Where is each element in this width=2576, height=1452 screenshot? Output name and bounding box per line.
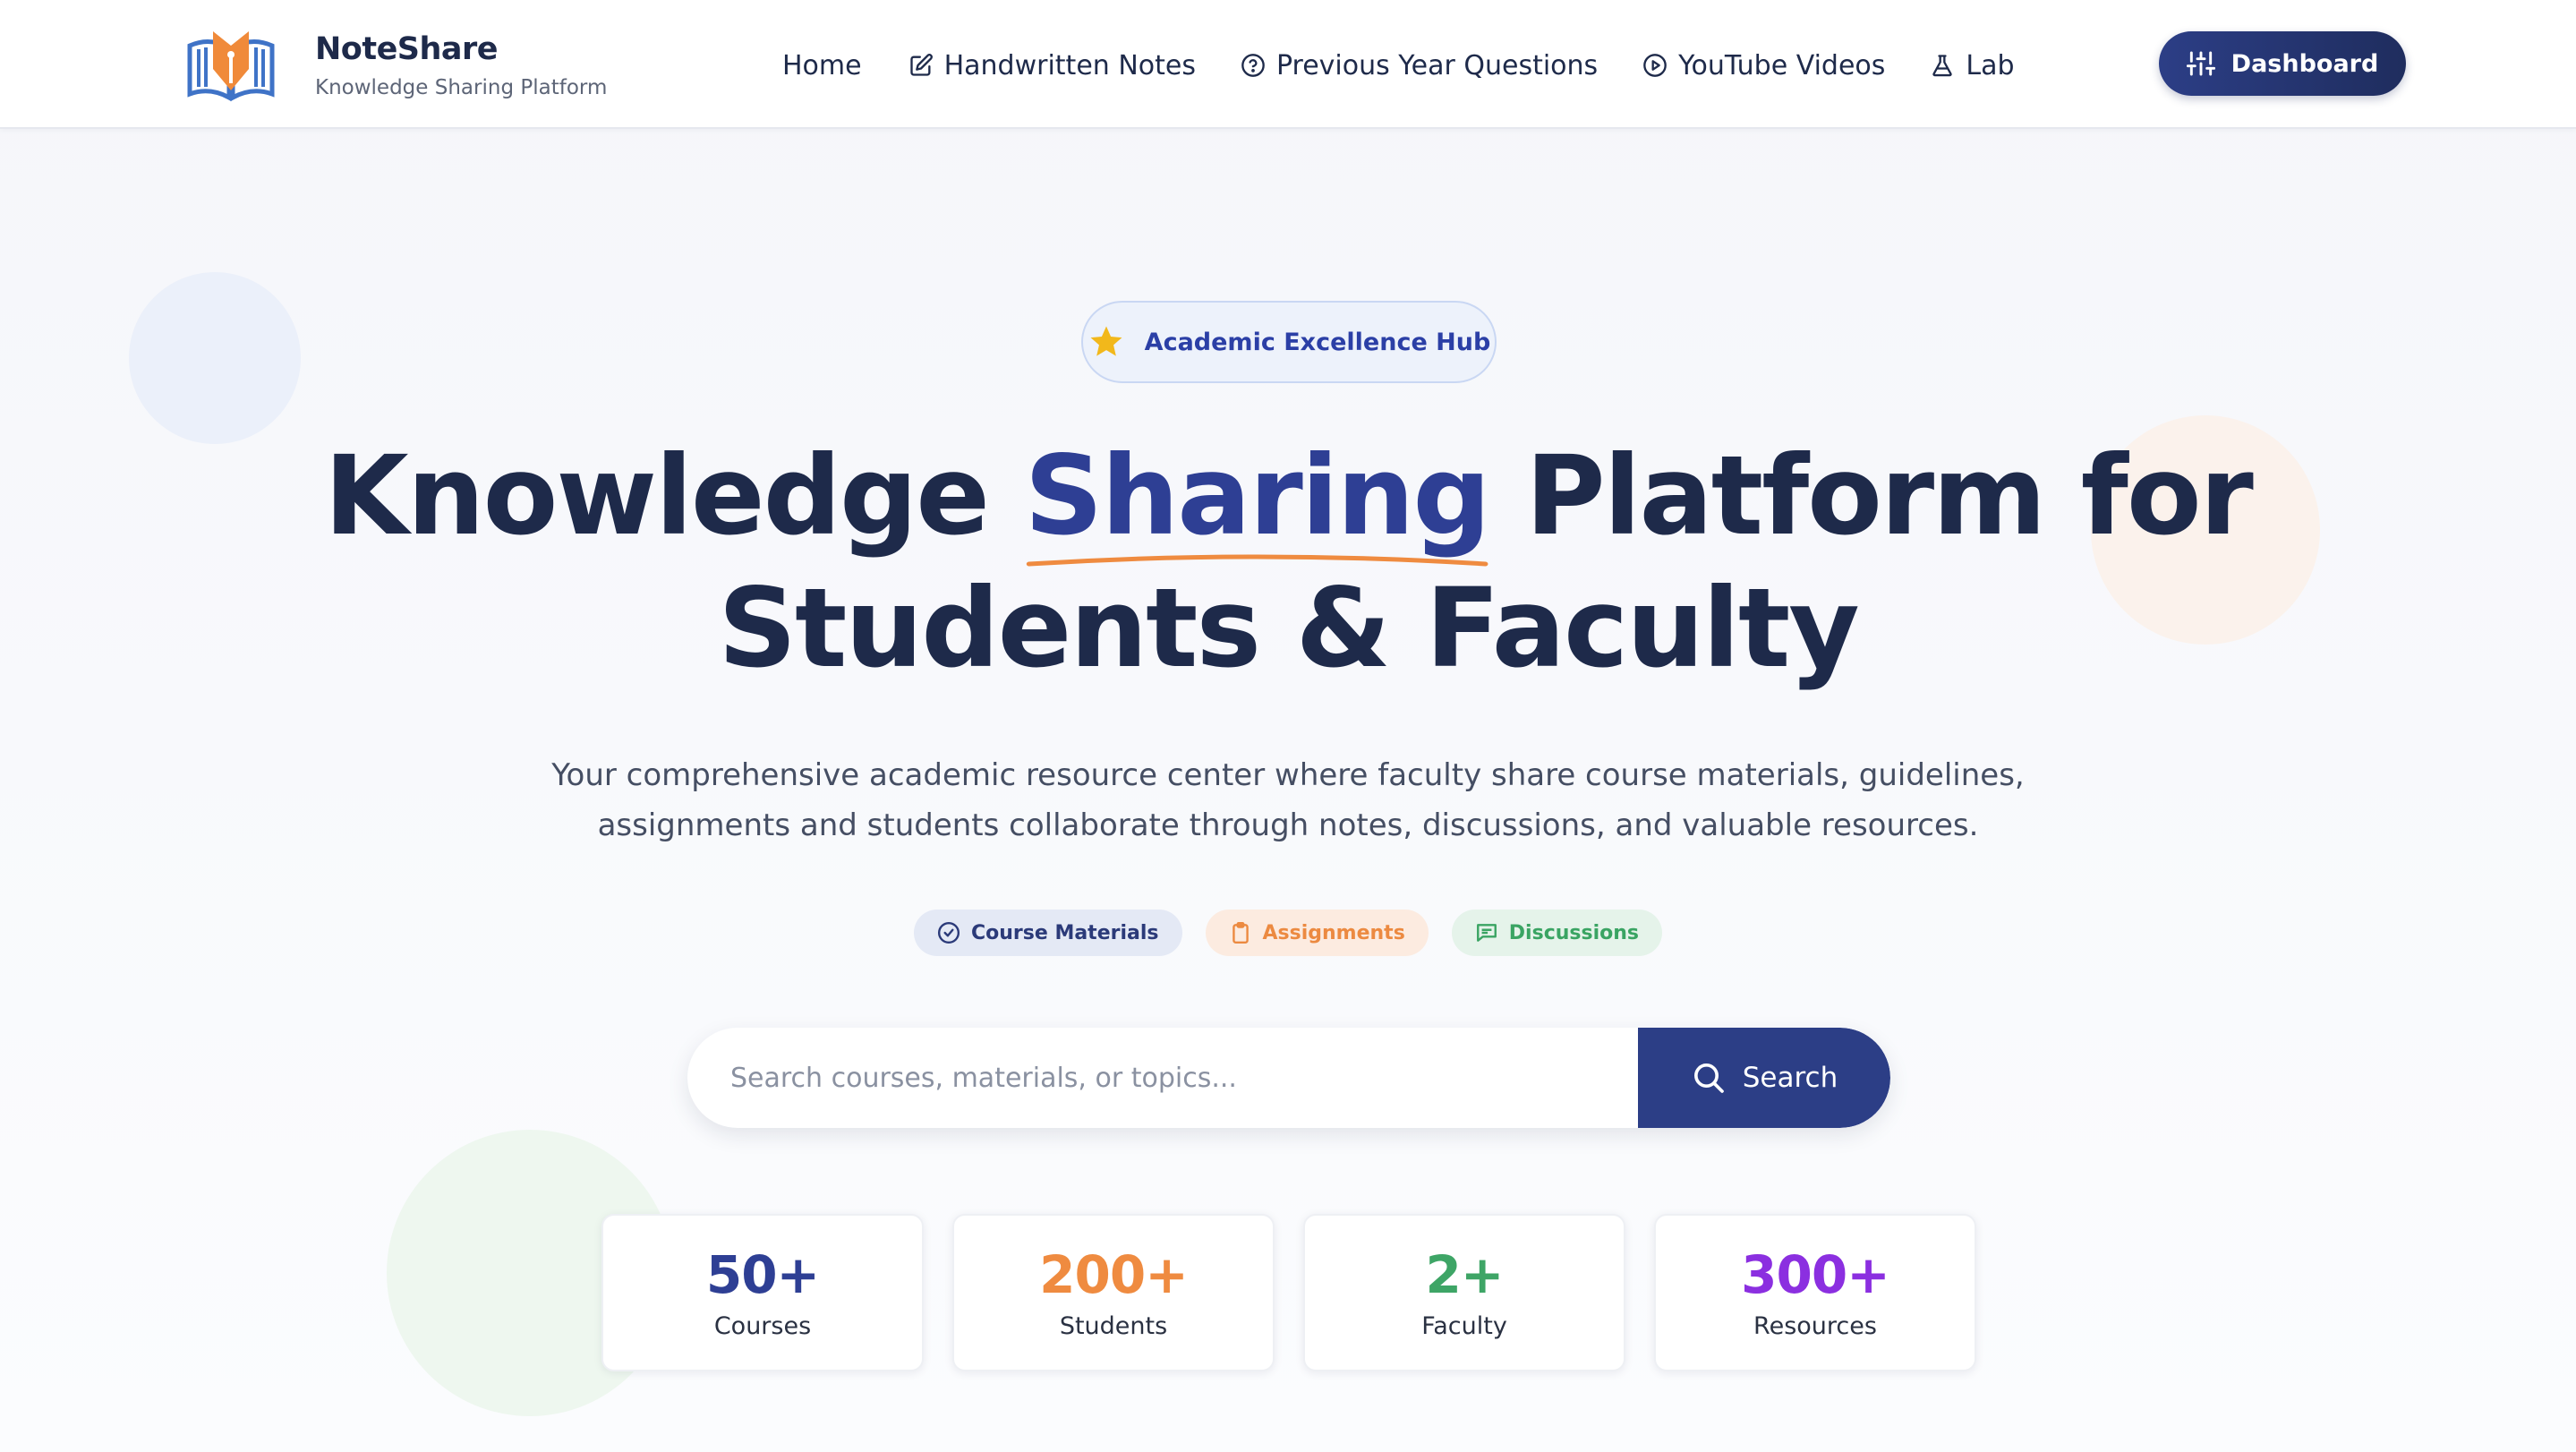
pill-course-materials[interactable]: Course Materials (914, 910, 1182, 956)
hero-title-part-1: Knowledge (324, 432, 1025, 559)
stat-value: 50+ (705, 1243, 820, 1305)
brand-tagline: Knowledge Sharing Platform (315, 76, 608, 99)
message-icon (1476, 924, 1497, 942)
stat-label: Courses (713, 1311, 812, 1340)
stat-value: 200+ (1039, 1243, 1189, 1305)
stat-card-courses: 50+ Courses (601, 1214, 924, 1371)
pill-label: Assignments (1262, 921, 1405, 944)
hero-title-accent: Sharing (1024, 430, 1491, 567)
stat-value: 2+ (1425, 1243, 1505, 1305)
flask-icon (1932, 55, 1953, 77)
hero-title: Knowledge Sharing Platform for Students … (0, 430, 2576, 695)
question-circle-icon (1241, 54, 1265, 77)
stat-label: Students (1059, 1311, 1168, 1340)
nav-item-label: Handwritten Notes (943, 49, 1196, 81)
pill-label: Discussions (1508, 921, 1639, 944)
nav-item-home[interactable]: Home (782, 50, 862, 81)
nav-item-lab[interactable]: Lab (1930, 49, 2015, 81)
hero-title-part-2: Platform for (1488, 432, 2254, 559)
stat-label: Resources (1753, 1311, 1877, 1340)
main-nav: Home Handwritten Notes Previous Year Que… (782, 45, 2060, 86)
orange-underline-swoosh (1026, 554, 1488, 567)
pill-assignments[interactable]: Assignments (1205, 910, 1429, 956)
pill-discussions[interactable]: Discussions (1451, 910, 1662, 956)
stat-card-resources: 300+ Resources (1654, 1214, 1976, 1371)
stat-value: 300+ (1741, 1243, 1890, 1305)
dashboard-button[interactable]: Dashboard (2159, 31, 2406, 96)
hero-title-accent-text: Sharing (1024, 432, 1491, 559)
sliders-icon (2186, 51, 2215, 76)
pill-label: Course Materials (971, 921, 1159, 944)
hero-badge-text: Academic Excellence Hub (1144, 328, 1491, 356)
stats-row: 50+ Courses 200+ Students 2+ Faculty 300… (601, 1214, 1976, 1371)
search-button[interactable]: Search (1638, 1028, 1890, 1128)
star-icon (1090, 326, 1122, 356)
hero-badge: Academic Excellence Hub (1081, 301, 1497, 383)
brand[interactable]: NoteShare Knowledge Sharing Platform (186, 25, 607, 106)
search-icon (1693, 1063, 1724, 1093)
dashboard-button-label: Dashboard (2231, 49, 2379, 78)
decorative-circle-blue (129, 272, 301, 444)
book-logo-icon (187, 31, 275, 102)
navbar: NoteShare Knowledge Sharing Platform Hom… (0, 0, 2576, 129)
edit-icon (909, 54, 933, 76)
hero-title-line-1: Knowledge Sharing Platform for (0, 430, 2576, 567)
check-circle-icon (937, 921, 960, 944)
search-button-label: Search (1742, 1062, 1838, 1094)
nav-item-label: YouTube Videos (1678, 49, 1886, 81)
nav-item-previous-year-questions[interactable]: Previous Year Questions (1241, 50, 1598, 81)
hero-description: Your comprehensive academic resource cen… (551, 757, 2025, 843)
play-circle-icon (1643, 54, 1668, 77)
stat-card-students: 200+ Students (952, 1214, 1275, 1371)
nav-item-label: Previous Year Questions (1275, 49, 1599, 81)
nav-item-youtube-videos[interactable]: YouTube Videos (1642, 50, 1885, 81)
clipboard-icon (1232, 921, 1249, 944)
nav-item-handwritten-notes[interactable]: Handwritten Notes (908, 50, 1196, 81)
nav-item-label: Lab (1966, 49, 2015, 81)
search-bar: Search (687, 1028, 1890, 1128)
stat-label: Faculty (1421, 1311, 1507, 1340)
page: NoteShare Knowledge Sharing Platform Hom… (0, 0, 2576, 1452)
nav-item-label: Home (782, 49, 862, 81)
feature-pills: Course Materials Assignments Discussions (0, 910, 2576, 956)
hero-title-line-2: Students & Faculty (718, 565, 1860, 692)
brand-name: NoteShare (315, 31, 499, 67)
search-input[interactable] (687, 1028, 1638, 1128)
stat-card-faculty: 2+ Faculty (1303, 1214, 1625, 1371)
